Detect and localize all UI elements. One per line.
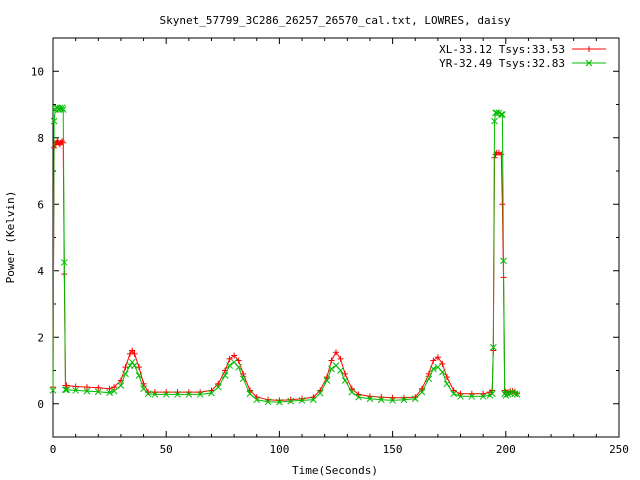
data-point bbox=[337, 367, 344, 374]
chart-title: Skynet_57799_3C286_26257_26570_cal.txt, … bbox=[160, 14, 511, 27]
x-axis-label: Time(Seconds) bbox=[292, 464, 378, 477]
x-axis: 0 50 100 150 200 250 bbox=[50, 38, 629, 456]
legend-label-xl: XL-33.12 Tsys:33.53 bbox=[439, 43, 565, 56]
y-tick-label: 2 bbox=[37, 331, 44, 344]
data-point bbox=[341, 377, 349, 384]
y-tick-label: 10 bbox=[31, 65, 44, 78]
data-point bbox=[337, 355, 344, 362]
data-point bbox=[131, 362, 138, 369]
series-1 bbox=[49, 104, 521, 406]
y-tick-label: 4 bbox=[37, 265, 44, 278]
data-point bbox=[439, 360, 446, 367]
legend-marker bbox=[586, 46, 592, 52]
x-tick-label: 150 bbox=[383, 443, 403, 456]
data-point bbox=[497, 111, 505, 118]
series-layer bbox=[49, 104, 521, 406]
data-point bbox=[499, 201, 506, 208]
x-tick-label: 200 bbox=[496, 443, 516, 456]
data-point bbox=[443, 380, 451, 388]
x-tick-label: 50 bbox=[160, 443, 173, 456]
x-tick-label: 0 bbox=[50, 443, 57, 456]
x-tick-label: 250 bbox=[609, 443, 629, 456]
series-0 bbox=[50, 138, 521, 404]
data-point bbox=[128, 358, 136, 366]
data-point bbox=[136, 364, 143, 371]
data-point bbox=[439, 368, 446, 376]
y-axis-label: Power (Kelvin) bbox=[4, 191, 17, 284]
series-line bbox=[52, 140, 518, 401]
series-line bbox=[52, 106, 518, 403]
data-point bbox=[287, 396, 294, 403]
data-point bbox=[429, 365, 437, 373]
legend-label-yr: YR-32.49 Tsys:32.83 bbox=[439, 57, 565, 70]
data-point bbox=[586, 46, 592, 52]
y-tick-label: 0 bbox=[37, 398, 44, 411]
y-tick-label: 8 bbox=[37, 132, 44, 145]
x-tick-label: 100 bbox=[269, 443, 289, 456]
data-point bbox=[333, 349, 339, 356]
y-tick-label: 6 bbox=[37, 198, 44, 211]
legend: XL-33.12 Tsys:33.53 YR-32.49 Tsys:32.83 bbox=[439, 43, 606, 70]
chart: Skynet_57799_3C286_26257_26570_cal.txt, … bbox=[4, 14, 629, 477]
